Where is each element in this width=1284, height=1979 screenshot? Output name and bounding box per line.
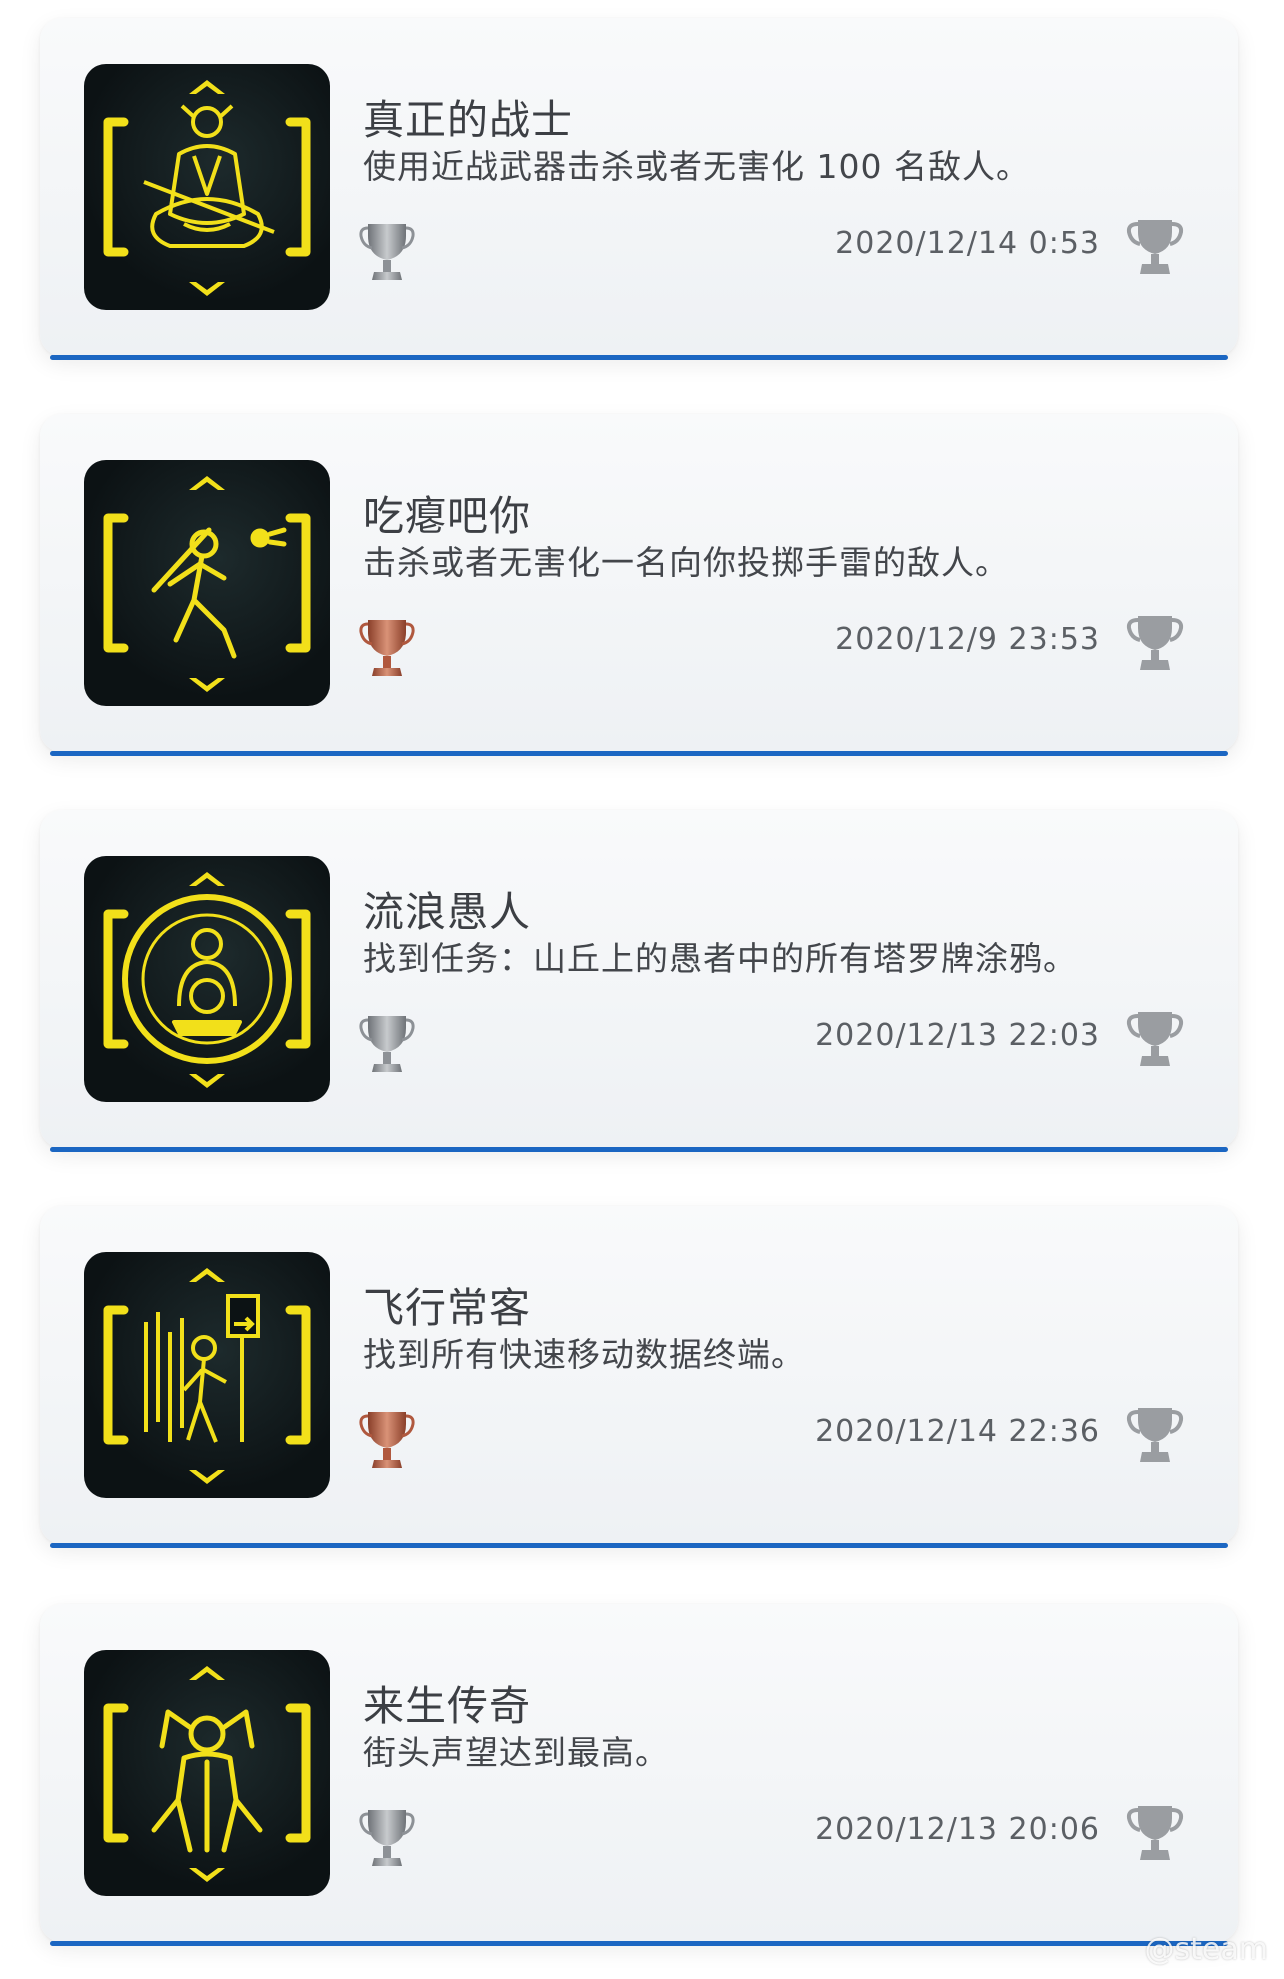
achievement-description: 使用近战武器击杀或者无害化 100 名敌人。 [363,147,1030,186]
trophy-cup-icon [1124,216,1186,278]
trophy-cup-icon [1124,1802,1186,1864]
samurai-meditation-icon [84,64,330,310]
silver-trophy-icon [358,1010,416,1076]
watermark: @steam [1144,1932,1268,1967]
trophy-cup-icon [1124,1404,1186,1466]
achievement-card[interactable]: 流浪愚人 找到任务：山丘上的愚者中的所有塔罗牌涂鸦。 2020/12/13 22… [40,810,1238,1152]
unlock-date: 2020/12/13 20:06 [815,1812,1100,1847]
silver-trophy-icon [358,218,416,284]
achievement-title: 飞行常客 [363,1284,531,1332]
achievement-card[interactable]: 吃瘪吧你 击杀或者无害化一名向你投掷手雷的敌人。 2020/12/9 23:53 [40,414,1238,756]
achievement-description: 街头声望达到最高。 [363,1733,669,1772]
bronze-trophy-icon [358,1406,416,1472]
trophy-cup-icon [1124,1008,1186,1070]
unlock-date: 2020/12/13 22:03 [815,1018,1100,1053]
achievement-title: 流浪愚人 [363,888,531,936]
one-way-traveler-icon [84,1252,330,1498]
achievement-description: 找到任务：山丘上的愚者中的所有塔罗牌涂鸦。 [363,939,1077,978]
bronze-trophy-icon [358,614,416,680]
achievement-title: 真正的战士 [363,96,573,144]
achievement-card[interactable]: 来生传奇 街头声望达到最高。 2020/12/13 20:06 [40,1604,1238,1946]
unlock-date: 2020/12/14 22:36 [815,1414,1100,1449]
silver-trophy-icon [358,1804,416,1870]
baseball-batter-icon [84,460,330,706]
legend-figure-icon [84,1650,330,1896]
achievement-title: 来生传奇 [363,1682,531,1730]
achievement-card[interactable]: 飞行常客 找到所有快速移动数据终端。 2020/12/14 22:36 [40,1206,1238,1548]
trophy-cup-icon [1124,612,1186,674]
achievement-description: 击杀或者无害化一名向你投掷手雷的敌人。 [363,543,1009,582]
fool-tarot-icon [84,856,330,1102]
achievement-title: 吃瘪吧你 [363,492,531,540]
unlock-date: 2020/12/14 0:53 [835,226,1100,261]
unlock-date: 2020/12/9 23:53 [835,622,1100,657]
achievement-description: 找到所有快速移动数据终端。 [363,1335,805,1374]
achievement-card[interactable]: 真正的战士 使用近战武器击杀或者无害化 100 名敌人。 2020/12/14 … [40,18,1238,360]
